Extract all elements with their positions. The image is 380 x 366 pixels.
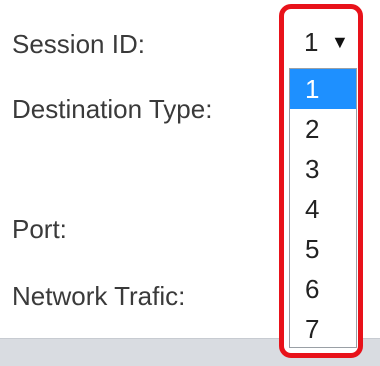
session-id-select[interactable]: 1 ▼ [287, 22, 357, 62]
session-id-option-4[interactable]: 4 [290, 189, 356, 229]
destination-type-label: Destination Type: [12, 94, 213, 124]
session-id-option-6[interactable]: 6 [290, 269, 356, 309]
session-id-option-7[interactable]: 7 [290, 309, 356, 349]
network-traffic-label: Network Trafic: [12, 281, 186, 311]
dropdown-arrow-icon: ▼ [331, 32, 349, 52]
session-id-option-list[interactable]: 1 2 3 4 5 6 7 [289, 68, 357, 348]
session-id-label: Session ID: [12, 29, 145, 59]
port-label: Port: [12, 214, 67, 244]
session-id-option-1[interactable]: 1 [290, 69, 356, 109]
session-id-option-3[interactable]: 3 [290, 149, 356, 189]
session-id-option-2[interactable]: 2 [290, 109, 356, 149]
session-id-option-5[interactable]: 5 [290, 229, 356, 269]
session-id-selected-value: 1 [304, 27, 319, 57]
